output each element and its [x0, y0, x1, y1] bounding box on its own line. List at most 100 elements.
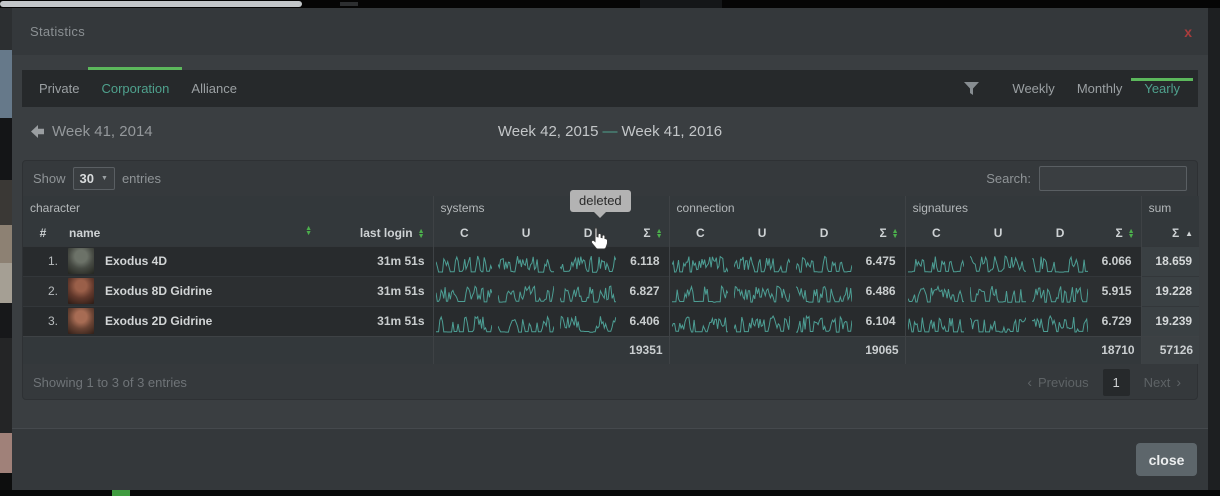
tab-corporation[interactable]: Corporation — [90, 70, 180, 107]
sparkline-chart — [1032, 284, 1088, 304]
sparkline-chart — [436, 314, 492, 334]
modal-header: Statistics x — [12, 8, 1208, 55]
tab-alliance[interactable]: Alliance — [180, 70, 248, 107]
show-label: Show — [33, 171, 66, 186]
sparkline-cell — [967, 246, 1029, 276]
avatar-cell — [63, 306, 99, 336]
character-avatar — [68, 308, 94, 334]
character-avatar — [68, 278, 94, 304]
col-name[interactable]: name▲▼ — [63, 220, 312, 246]
sparkline-chart — [1032, 314, 1088, 334]
sparkline-chart — [734, 254, 790, 274]
sparkline-cell — [793, 306, 855, 336]
sparkline-cell — [1029, 276, 1091, 306]
entries-select[interactable]: 30 — [73, 167, 115, 190]
row-index: 3. — [23, 306, 63, 336]
totals-row: 19351 19065 18710 57126 — [23, 336, 1199, 364]
sparkline-chart — [672, 314, 728, 334]
modal-title: Statistics — [30, 24, 85, 39]
systems-total: 19351 — [433, 336, 669, 364]
col-signatures-d[interactable]: D — [1029, 220, 1091, 246]
col-num[interactable]: # — [23, 220, 63, 246]
sort-icon: ▲▼ — [1128, 229, 1135, 239]
sparkline-cell — [1029, 246, 1091, 276]
sparkline-cell — [433, 276, 495, 306]
sort-asc-icon: ▲ — [1185, 229, 1193, 238]
previous-page-button[interactable]: ‹Previous — [1021, 374, 1088, 390]
col-signatures-sum[interactable]: Σ▲▼ — [1091, 220, 1141, 246]
signatures-total: 18710 — [905, 336, 1141, 364]
search-input[interactable] — [1039, 166, 1187, 191]
sparkline-chart — [796, 284, 852, 304]
col-connection-u[interactable]: U — [731, 220, 793, 246]
sparkline-chart — [734, 314, 790, 334]
table-body: 1.Exodus 4D31m 51s6.1186.4756.06618.6592… — [23, 246, 1199, 336]
signatures-sum-value: 5.915 — [1091, 276, 1141, 306]
col-connection-sum[interactable]: Σ▲▼ — [855, 220, 905, 246]
week-navigation: Week 41, 2014 Week 42, 2015—Week 41, 201… — [22, 123, 1198, 151]
sparkline-cell — [905, 276, 967, 306]
sparkline-chart — [796, 314, 852, 334]
signatures-sum-value: 6.066 — [1091, 246, 1141, 276]
sparkline-chart — [796, 254, 852, 274]
total-sum-value: 19.228 — [1141, 276, 1199, 306]
group-signatures: signatures — [905, 196, 1141, 220]
tab-bar: Private Corporation Alliance Weekly Mont… — [22, 70, 1198, 107]
col-systems-u[interactable]: U — [495, 220, 557, 246]
sparkline-cell — [967, 306, 1029, 336]
sparkline-chart — [560, 284, 616, 304]
col-total-sum[interactable]: Σ▲ — [1141, 220, 1199, 246]
row-index: 2. — [23, 276, 63, 306]
group-character: character — [23, 196, 433, 220]
systems-sum-value: 6.827 — [619, 276, 669, 306]
sparkline-chart — [560, 314, 616, 334]
period-range: Week 42, 2015—Week 41, 2016 — [22, 123, 1198, 140]
col-connection-d[interactable]: D — [793, 220, 855, 246]
sparkline-cell — [669, 276, 731, 306]
tab-bar-right: Weekly Monthly Yearly — [964, 70, 1198, 107]
sparkline-chart — [672, 254, 728, 274]
col-connection-c[interactable]: C — [669, 220, 731, 246]
col-systems-c[interactable]: C — [433, 220, 495, 246]
connection-sum-value: 6.486 — [855, 276, 905, 306]
background-page-right — [1208, 8, 1220, 490]
table-row: 2.Exodus 8D Gidrine31m 51s6.8276.4865.91… — [23, 276, 1199, 306]
background-fragment — [640, 0, 722, 8]
close-icon[interactable]: x — [1184, 25, 1192, 39]
totals-spacer — [23, 336, 433, 364]
sparkline-cell — [905, 306, 967, 336]
tab-yearly[interactable]: Yearly — [1133, 81, 1191, 96]
tab-private[interactable]: Private — [28, 70, 90, 107]
sparkline-cell — [731, 246, 793, 276]
character-name: Exodus 8D Gidrine — [99, 276, 312, 306]
sparkline-cell — [433, 246, 495, 276]
background-page-top — [0, 0, 1220, 8]
screen: Statistics x Private Corporation Allianc… — [0, 0, 1220, 496]
close-button[interactable]: close — [1136, 443, 1197, 476]
sparkline-cell — [1029, 306, 1091, 336]
col-signatures-c[interactable]: C — [905, 220, 967, 246]
sort-icon: ▲▼ — [656, 229, 663, 239]
sort-icon: ▲▼ — [305, 226, 312, 236]
pagination: ‹Previous 1 Next› — [1021, 369, 1187, 396]
table-row: 3.Exodus 2D Gidrine31m 51s6.4066.1046.72… — [23, 306, 1199, 336]
sparkline-cell — [731, 276, 793, 306]
sparkline-cell — [793, 246, 855, 276]
next-page-button[interactable]: Next› — [1144, 374, 1187, 390]
sparkline-chart — [436, 254, 492, 274]
filter-icon[interactable] — [964, 82, 979, 95]
sparkline-chart — [498, 314, 554, 334]
col-signatures-u[interactable]: U — [967, 220, 1029, 246]
sparkline-cell — [495, 306, 557, 336]
sparkline-cell — [967, 276, 1029, 306]
tab-weekly[interactable]: Weekly — [1001, 81, 1065, 96]
col-last-login[interactable]: last login▲▼ — [312, 220, 433, 246]
col-systems-sum[interactable]: Σ▲▼ — [619, 220, 669, 246]
total-sum-value: 18.659 — [1141, 246, 1199, 276]
sparkline-chart — [970, 284, 1026, 304]
connection-sum-value: 6.475 — [855, 246, 905, 276]
current-page-button[interactable]: 1 — [1103, 369, 1130, 396]
sort-icon: ▲▼ — [892, 229, 899, 239]
character-avatar — [68, 248, 94, 274]
tab-monthly[interactable]: Monthly — [1066, 81, 1134, 96]
